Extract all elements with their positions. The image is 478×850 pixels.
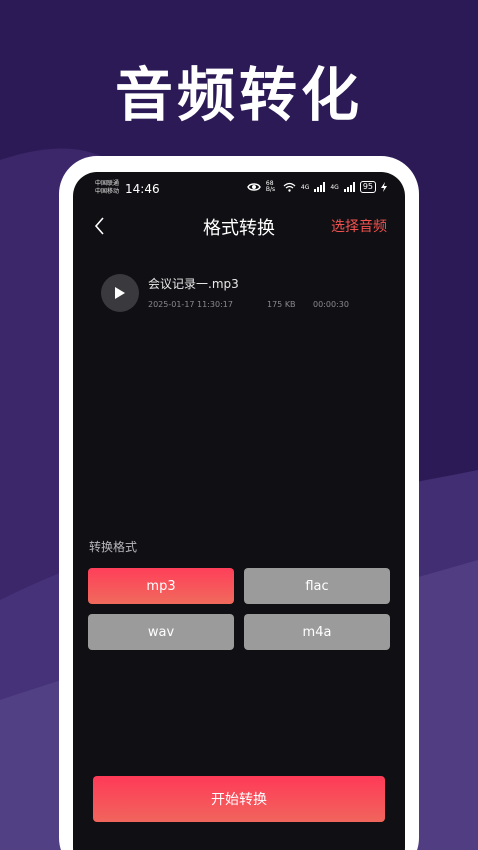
format-section-label: 转换格式 <box>89 540 138 554</box>
signal-2-label: 4G <box>330 183 339 191</box>
audio-file-item[interactable]: 会议记录一.mp3 2025-01-17 11:30:17 175 KB 00:… <box>101 272 391 316</box>
app-screen: 中国联通 中国移动 14:46 68 B/s 4G 4G 95 格式转换 选择音… <box>73 172 405 850</box>
wifi-icon <box>283 182 296 192</box>
signal-1-label: 4G <box>300 183 310 191</box>
file-size: 175 KB <box>267 300 296 309</box>
format-option-mp3[interactable]: mp3 <box>88 568 234 604</box>
battery-indicator: 95 <box>359 181 376 193</box>
eye-icon <box>247 183 261 191</box>
signal-icon <box>343 182 355 192</box>
carrier-labels: 中国联通 中国移动 <box>95 180 119 196</box>
format-option-wav[interactable]: wav <box>88 614 234 650</box>
promo-headline: 音频转化 <box>114 61 363 129</box>
play-button[interactable] <box>101 274 139 312</box>
carrier-2: 中国移动 <box>95 188 120 195</box>
format-option-flac[interactable]: flac <box>244 568 390 604</box>
status-icons: 68 B/s 4G 4G 95 <box>247 181 387 193</box>
play-icon <box>115 287 125 299</box>
file-name: 会议记录一.mp3 <box>148 277 239 291</box>
file-date: 2025-01-17 11:30:17 <box>148 300 233 309</box>
file-duration: 00:00:30 <box>313 300 349 309</box>
select-audio-button[interactable]: 选择音频 <box>331 216 387 236</box>
net-speed: 68 B/s <box>265 180 276 193</box>
bolt-icon <box>381 182 387 192</box>
status-bar: 中国联通 中国移动 14:46 68 B/s 4G 4G 95 <box>73 172 405 202</box>
carrier-1: 中国联通 <box>95 180 120 187</box>
start-convert-button[interactable]: 开始转换 <box>93 776 385 822</box>
status-time: 14:46 <box>125 182 160 196</box>
nav-bar: 格式转换 选择音频 <box>73 210 405 242</box>
format-option-m4a[interactable]: m4a <box>244 614 390 650</box>
signal-icon <box>314 182 326 192</box>
